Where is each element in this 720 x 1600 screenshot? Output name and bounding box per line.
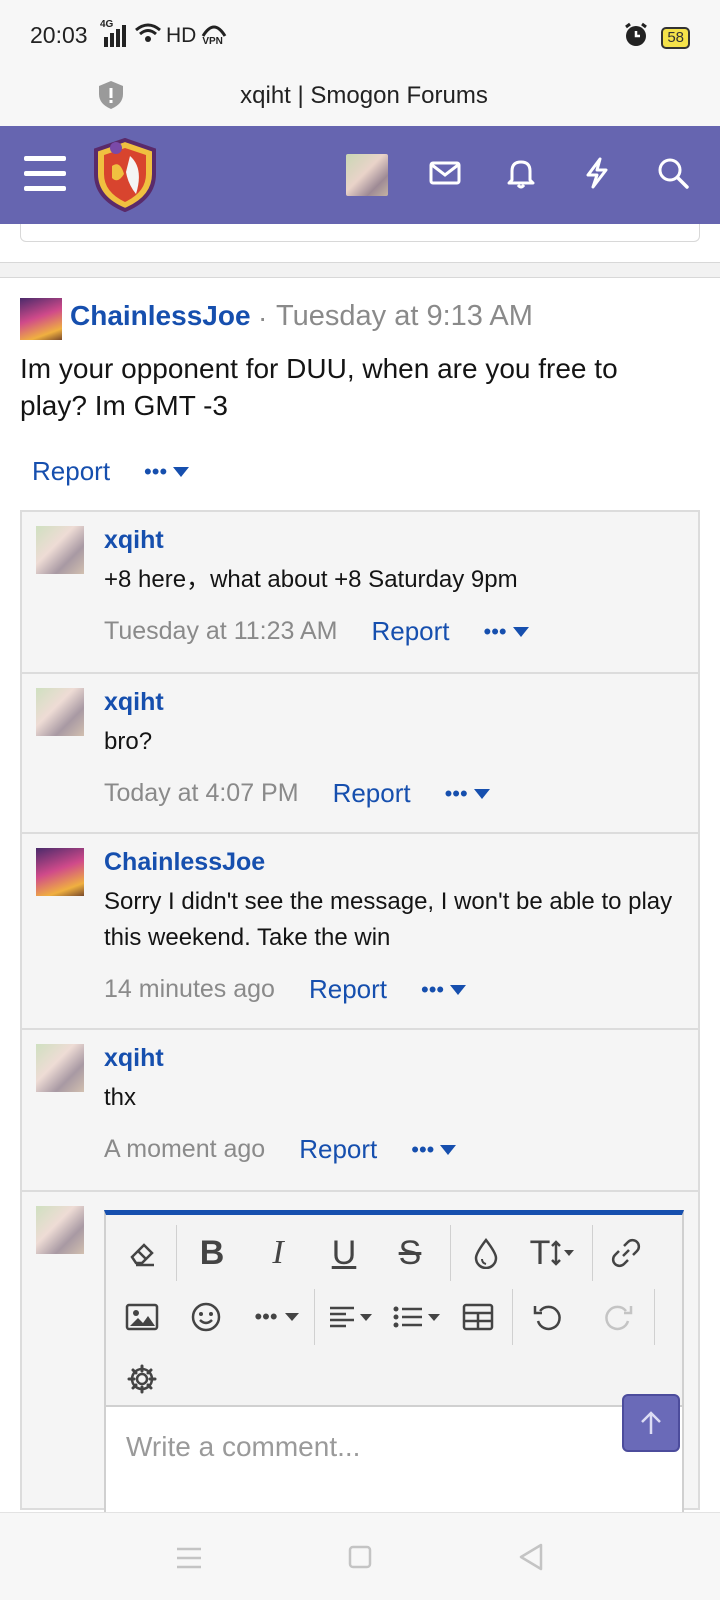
alarm-icon bbox=[623, 22, 649, 53]
comment-meta: A moment ago Report ••• bbox=[104, 1134, 457, 1165]
bold-icon[interactable]: B bbox=[184, 1225, 240, 1281]
hd-label: HD bbox=[166, 24, 197, 47]
mail-icon[interactable] bbox=[428, 156, 462, 195]
report-link[interactable]: Report bbox=[32, 456, 110, 487]
more-menu-button[interactable]: ••• bbox=[445, 781, 490, 807]
comment-text: thx bbox=[104, 1084, 137, 1111]
chevron-down-icon bbox=[473, 788, 490, 799]
lightning-icon[interactable] bbox=[580, 156, 614, 195]
post-actions: Report ••• bbox=[32, 456, 190, 487]
settings-icon[interactable] bbox=[114, 1351, 170, 1407]
menu-icon[interactable] bbox=[24, 156, 66, 197]
more-menu-button[interactable]: ••• bbox=[484, 619, 529, 645]
avatar[interactable] bbox=[36, 688, 84, 736]
separator: · bbox=[258, 302, 268, 333]
align-icon[interactable] bbox=[320, 1289, 382, 1345]
battery-indicator: 58 bbox=[661, 26, 690, 49]
arrow-up-icon bbox=[641, 1411, 661, 1434]
more-icon[interactable]: ••• bbox=[244, 1289, 310, 1345]
scroll-to-top-button[interactable] bbox=[622, 1394, 680, 1452]
bell-icon[interactable] bbox=[504, 156, 538, 195]
section-divider bbox=[0, 262, 720, 278]
comment-editor: B I U S T ••• Write a comment... bbox=[104, 1210, 684, 1525]
post-time[interactable]: Tuesday at 9:13 AM bbox=[276, 300, 533, 333]
list-item: ChainlessJoe Sorry I didn't see the mess… bbox=[22, 834, 698, 1030]
comment-meta: Tuesday at 11:23 AM Report ••• bbox=[104, 616, 529, 647]
avatar[interactable] bbox=[346, 154, 388, 196]
underline-icon[interactable]: U bbox=[316, 1225, 372, 1281]
post-author[interactable]: ChainlessJoe bbox=[70, 300, 251, 332]
more-menu-button[interactable]: ••• bbox=[421, 977, 467, 1003]
chevron-down-icon bbox=[450, 984, 467, 995]
report-link[interactable]: Report bbox=[333, 778, 411, 809]
avatar[interactable] bbox=[20, 298, 62, 340]
emoji-icon[interactable] bbox=[178, 1289, 234, 1345]
comment-text: Sorry I didn't see the message, I won't … bbox=[104, 888, 673, 951]
comment-author[interactable]: ChainlessJoe bbox=[104, 848, 265, 877]
italic-icon[interactable]: I bbox=[250, 1225, 306, 1281]
clock: 20:03 bbox=[30, 22, 88, 48]
browser-title-bar[interactable]: xqiht | Smogon Forums bbox=[0, 72, 720, 126]
avatar[interactable] bbox=[36, 526, 84, 574]
previous-post-edge bbox=[20, 224, 700, 242]
search-icon[interactable] bbox=[656, 156, 690, 195]
undo-icon[interactable] bbox=[520, 1289, 576, 1345]
redo-icon bbox=[590, 1289, 646, 1345]
list-icon[interactable] bbox=[386, 1289, 448, 1345]
comment-author[interactable]: xqiht bbox=[104, 526, 164, 555]
more-menu-button[interactable]: ••• bbox=[144, 459, 190, 485]
status-icons: 4G HD VPN bbox=[100, 19, 228, 50]
cellular-icon: 4G bbox=[100, 19, 130, 47]
list-item: xqiht bro? Today at 4:07 PM Report ••• bbox=[22, 674, 698, 834]
comment-text: +8 here，what about +8 Saturday 9pm bbox=[104, 566, 518, 593]
comment-meta: 14 minutes ago Report ••• bbox=[104, 974, 467, 1005]
chevron-down-icon bbox=[440, 1144, 457, 1155]
more-menu-button[interactable]: ••• bbox=[411, 1137, 457, 1163]
post-body: Im your opponent for DUU, when are you f… bbox=[20, 353, 618, 421]
avatar[interactable] bbox=[36, 848, 84, 896]
avatar[interactable] bbox=[36, 1206, 84, 1254]
text-size-icon[interactable]: T bbox=[520, 1225, 586, 1281]
site-header bbox=[0, 126, 720, 224]
comment-author[interactable]: xqiht bbox=[104, 1044, 164, 1073]
comment-input[interactable]: Write a comment... bbox=[106, 1405, 682, 1525]
status-right: 58 bbox=[623, 22, 690, 53]
link-icon[interactable] bbox=[598, 1225, 654, 1281]
comment-author[interactable]: xqiht bbox=[104, 688, 164, 717]
system-navigation-bar bbox=[0, 1512, 720, 1600]
comment-time[interactable]: A moment ago bbox=[104, 1135, 265, 1164]
page-title: xqiht | Smogon Forums bbox=[240, 82, 488, 109]
wifi-icon bbox=[134, 22, 162, 50]
comment-time[interactable]: 14 minutes ago bbox=[104, 975, 275, 1004]
comment-time[interactable]: Tuesday at 11:23 AM bbox=[104, 617, 337, 646]
recent-apps-icon[interactable] bbox=[176, 1547, 202, 1574]
chevron-down-icon bbox=[512, 626, 529, 637]
eraser-icon[interactable] bbox=[114, 1225, 170, 1281]
chevron-down-icon bbox=[173, 466, 190, 477]
list-item: xqiht +8 here，what about +8 Saturday 9pm… bbox=[22, 512, 698, 674]
home-icon[interactable] bbox=[348, 1545, 372, 1574]
strikethrough-icon[interactable]: S bbox=[382, 1225, 438, 1281]
report-link[interactable]: Report bbox=[299, 1134, 377, 1165]
back-icon[interactable] bbox=[518, 1543, 544, 1576]
comment-placeholder: Write a comment... bbox=[126, 1431, 361, 1462]
comment-meta: Today at 4:07 PM Report ••• bbox=[104, 778, 490, 809]
avatar[interactable] bbox=[36, 1044, 84, 1092]
image-icon[interactable] bbox=[114, 1289, 170, 1345]
status-bar: 20:03 4G HD VPN 58 bbox=[0, 0, 720, 72]
table-icon[interactable] bbox=[450, 1289, 506, 1345]
comment-text: bro? bbox=[104, 728, 153, 755]
comment-time[interactable]: Today at 4:07 PM bbox=[104, 779, 299, 808]
report-link[interactable]: Report bbox=[309, 974, 387, 1005]
smogon-logo[interactable] bbox=[92, 137, 158, 217]
report-link[interactable]: Report bbox=[371, 616, 449, 647]
list-item: xqiht thx A moment ago Report ••• bbox=[22, 1030, 698, 1192]
color-drop-icon[interactable] bbox=[458, 1225, 514, 1281]
comment-list: xqiht +8 here，what about +8 Saturday 9pm… bbox=[20, 510, 700, 1525]
vpn-icon: VPN bbox=[200, 22, 228, 50]
